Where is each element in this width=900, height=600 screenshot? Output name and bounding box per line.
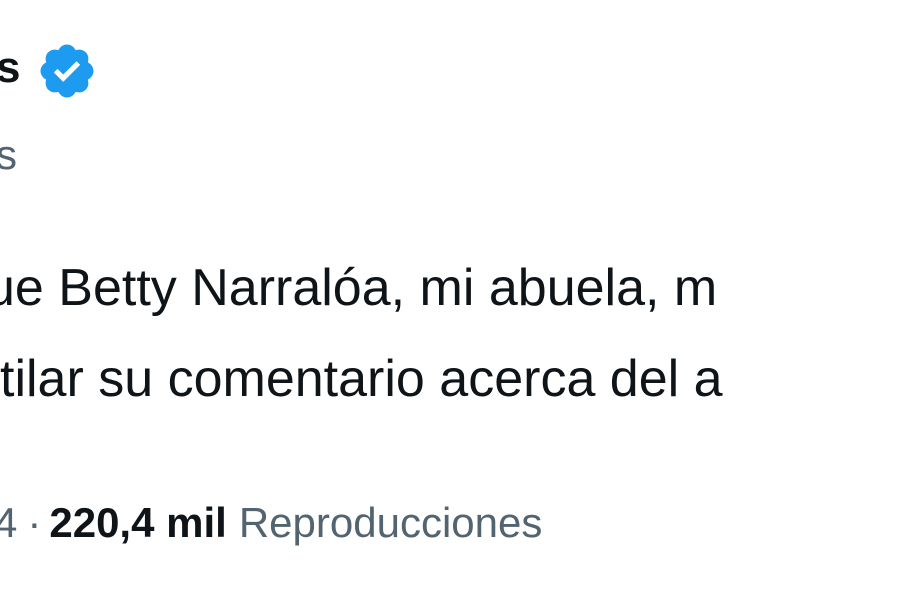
verified-badge-svg	[40, 44, 94, 98]
tweet-text-line-1: ue Betty Narralóa, mi abuela, m	[0, 259, 718, 317]
tweet-text-line-2: tilar su comentario acerca del a	[0, 350, 723, 408]
views-label[interactable]: Reproducciones	[239, 499, 543, 546]
views-count[interactable]: 220,4 mil	[49, 499, 226, 546]
meta-separator: ·	[27, 499, 42, 546]
author-display-name[interactable]: s	[0, 46, 20, 90]
verified-badge-icon[interactable]	[36, 40, 98, 102]
tweet-meta: 4 · 220,4 mil Reproducciones	[0, 502, 542, 544]
author-handle[interactable]: s	[0, 134, 17, 176]
tweet-date[interactable]: 4	[0, 499, 17, 546]
tweet-card: s s ue Betty Narralóa, mi abuela, m tila…	[0, 0, 900, 600]
